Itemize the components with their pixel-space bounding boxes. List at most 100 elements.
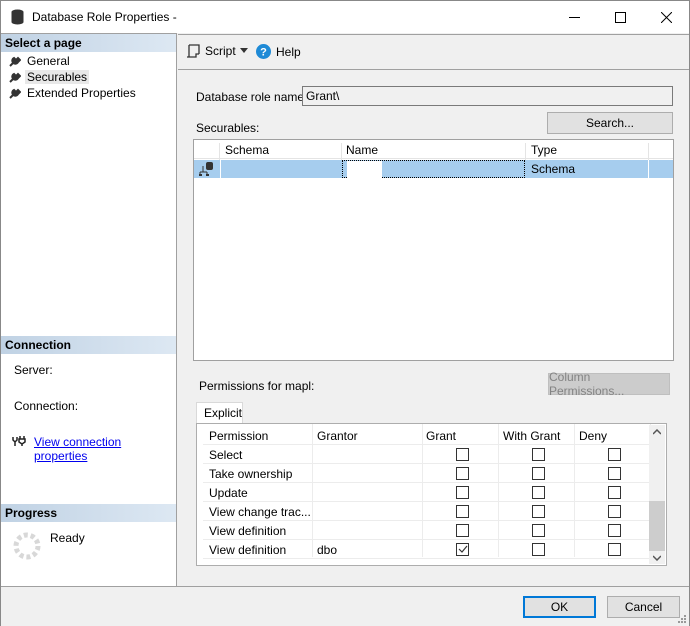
permission-row[interactable]: Take ownership [203,464,650,483]
permission-name: View change trac... [209,505,311,519]
deny-checkbox[interactable] [608,448,621,461]
permission-row[interactable]: View definition [203,521,650,540]
column-header-type[interactable]: Type [531,143,557,157]
dialog-footer: OK Cancel [1,586,689,626]
progress-header: Progress [1,504,176,522]
left-pane: Select a page General Securables Extende… [1,33,177,586]
progress-status: Ready [50,531,85,545]
resize-grip-icon[interactable] [677,614,687,624]
permission-name: View definition [209,524,287,538]
select-page-header: Select a page [1,34,176,52]
column-header-grant[interactable]: Grant [426,429,456,443]
minimize-icon [568,16,580,18]
deny-checkbox[interactable] [608,486,621,499]
grant-checkbox[interactable] [456,486,469,499]
column-header-grantor[interactable]: Grantor [317,429,358,443]
permission-name: Update [209,486,248,500]
plug-icon [12,436,26,446]
securables-label: Securables: [196,121,260,135]
help-button[interactable]: ? Help [256,44,301,59]
deny-checkbox[interactable] [608,505,621,518]
help-label: Help [276,44,301,59]
progress-spinner-icon [13,532,41,560]
tab-explicit[interactable]: Explicit [196,402,243,424]
role-name-label: Database role name: [196,90,308,104]
with-grant-checkbox[interactable] [532,486,545,499]
permission-row[interactable]: View change trac... [203,502,650,521]
type-cell: Schema [531,162,576,176]
scroll-up-icon[interactable] [653,429,661,435]
server-label: Server: [14,363,53,377]
securables-header: Schema Name Type [194,140,673,162]
column-header-schema[interactable]: Schema [225,143,269,157]
deny-checkbox[interactable] [608,543,621,556]
with-grant-checkbox[interactable] [532,505,545,518]
maximize-button[interactable] [597,1,643,33]
grant-checkbox[interactable] [456,524,469,537]
permission-row[interactable]: Select [203,445,650,464]
permission-name: View definition [209,543,287,557]
sidebar-item-label: Securables [25,70,90,84]
name-cell[interactable] [342,160,525,178]
svg-text:?: ? [260,47,267,59]
permission-row[interactable]: View definition dbo [203,540,650,559]
securables-grid: Schema Name Type Schema [193,139,674,361]
deny-checkbox[interactable] [608,467,621,480]
script-label: Script [205,44,236,58]
search-button[interactable]: Search... [547,112,673,134]
script-button[interactable]: Script [186,44,236,58]
cancel-button[interactable]: Cancel [607,596,680,618]
sidebar-item-securables[interactable]: Securables [9,69,90,85]
vertical-scrollbar[interactable] [649,425,665,564]
schema-icon [199,162,213,176]
with-grant-checkbox[interactable] [532,448,545,461]
wrench-icon [9,72,21,83]
script-icon [187,44,200,58]
permission-name: Select [209,448,243,462]
main-pane: Script ? Help Database role name: Grant\… [178,34,689,586]
column-permissions-button[interactable]: Column Permissions... [548,370,670,398]
sidebar-item-label: Extended Properties [27,86,136,100]
chevron-down-icon[interactable] [240,48,248,54]
role-name-field[interactable]: Grant\ [302,86,673,106]
grant-checkbox[interactable] [456,505,469,518]
with-grant-checkbox[interactable] [532,524,545,537]
column-header-with-grant[interactable]: With Grant [503,429,560,443]
connection-label: Connection: [14,399,79,413]
permissions-for-label: Permissions for mapl: [199,379,315,393]
permissions-header: Permission Grantor Grant With Grant Deny [203,426,650,445]
close-button[interactable] [643,1,689,33]
grant-checkbox[interactable] [456,543,469,556]
column-header-name[interactable]: Name [346,143,378,157]
sidebar-item-label: General [27,54,70,68]
column-header-deny[interactable]: Deny [579,429,607,443]
with-grant-checkbox[interactable] [532,543,545,556]
checkmark-icon [458,545,468,553]
minimize-button[interactable] [551,1,597,33]
help-icon: ? [256,44,271,59]
deny-checkbox[interactable] [608,524,621,537]
with-grant-checkbox[interactable] [532,467,545,480]
view-connection-properties-link[interactable]: View connection properties [34,435,176,463]
sidebar-item-general[interactable]: General [9,53,72,69]
grant-checkbox[interactable] [456,467,469,480]
window-title: Database Role Properties - [32,10,177,24]
permissions-grid: Permission Grantor Grant With Grant Deny… [196,423,667,566]
sidebar-item-extended-properties[interactable]: Extended Properties [9,85,138,101]
database-icon [11,9,24,25]
table-row[interactable]: Schema [194,160,673,178]
grant-checkbox[interactable] [456,448,469,461]
toolbar: Script ? Help [178,35,689,70]
scroll-down-icon[interactable] [653,555,661,561]
title-bar: Database Role Properties - [1,1,689,33]
grantor-cell: dbo [317,543,338,557]
column-header-permission[interactable]: Permission [209,429,268,443]
wrench-icon [9,88,21,99]
dialog-window: Database Role Properties - Select a page… [0,0,690,626]
connection-header: Connection [1,336,176,354]
maximize-icon [614,11,626,23]
close-icon [660,11,672,23]
scrollbar-thumb[interactable] [649,501,665,551]
permission-row[interactable]: Update [203,483,650,502]
ok-button[interactable]: OK [523,596,596,618]
